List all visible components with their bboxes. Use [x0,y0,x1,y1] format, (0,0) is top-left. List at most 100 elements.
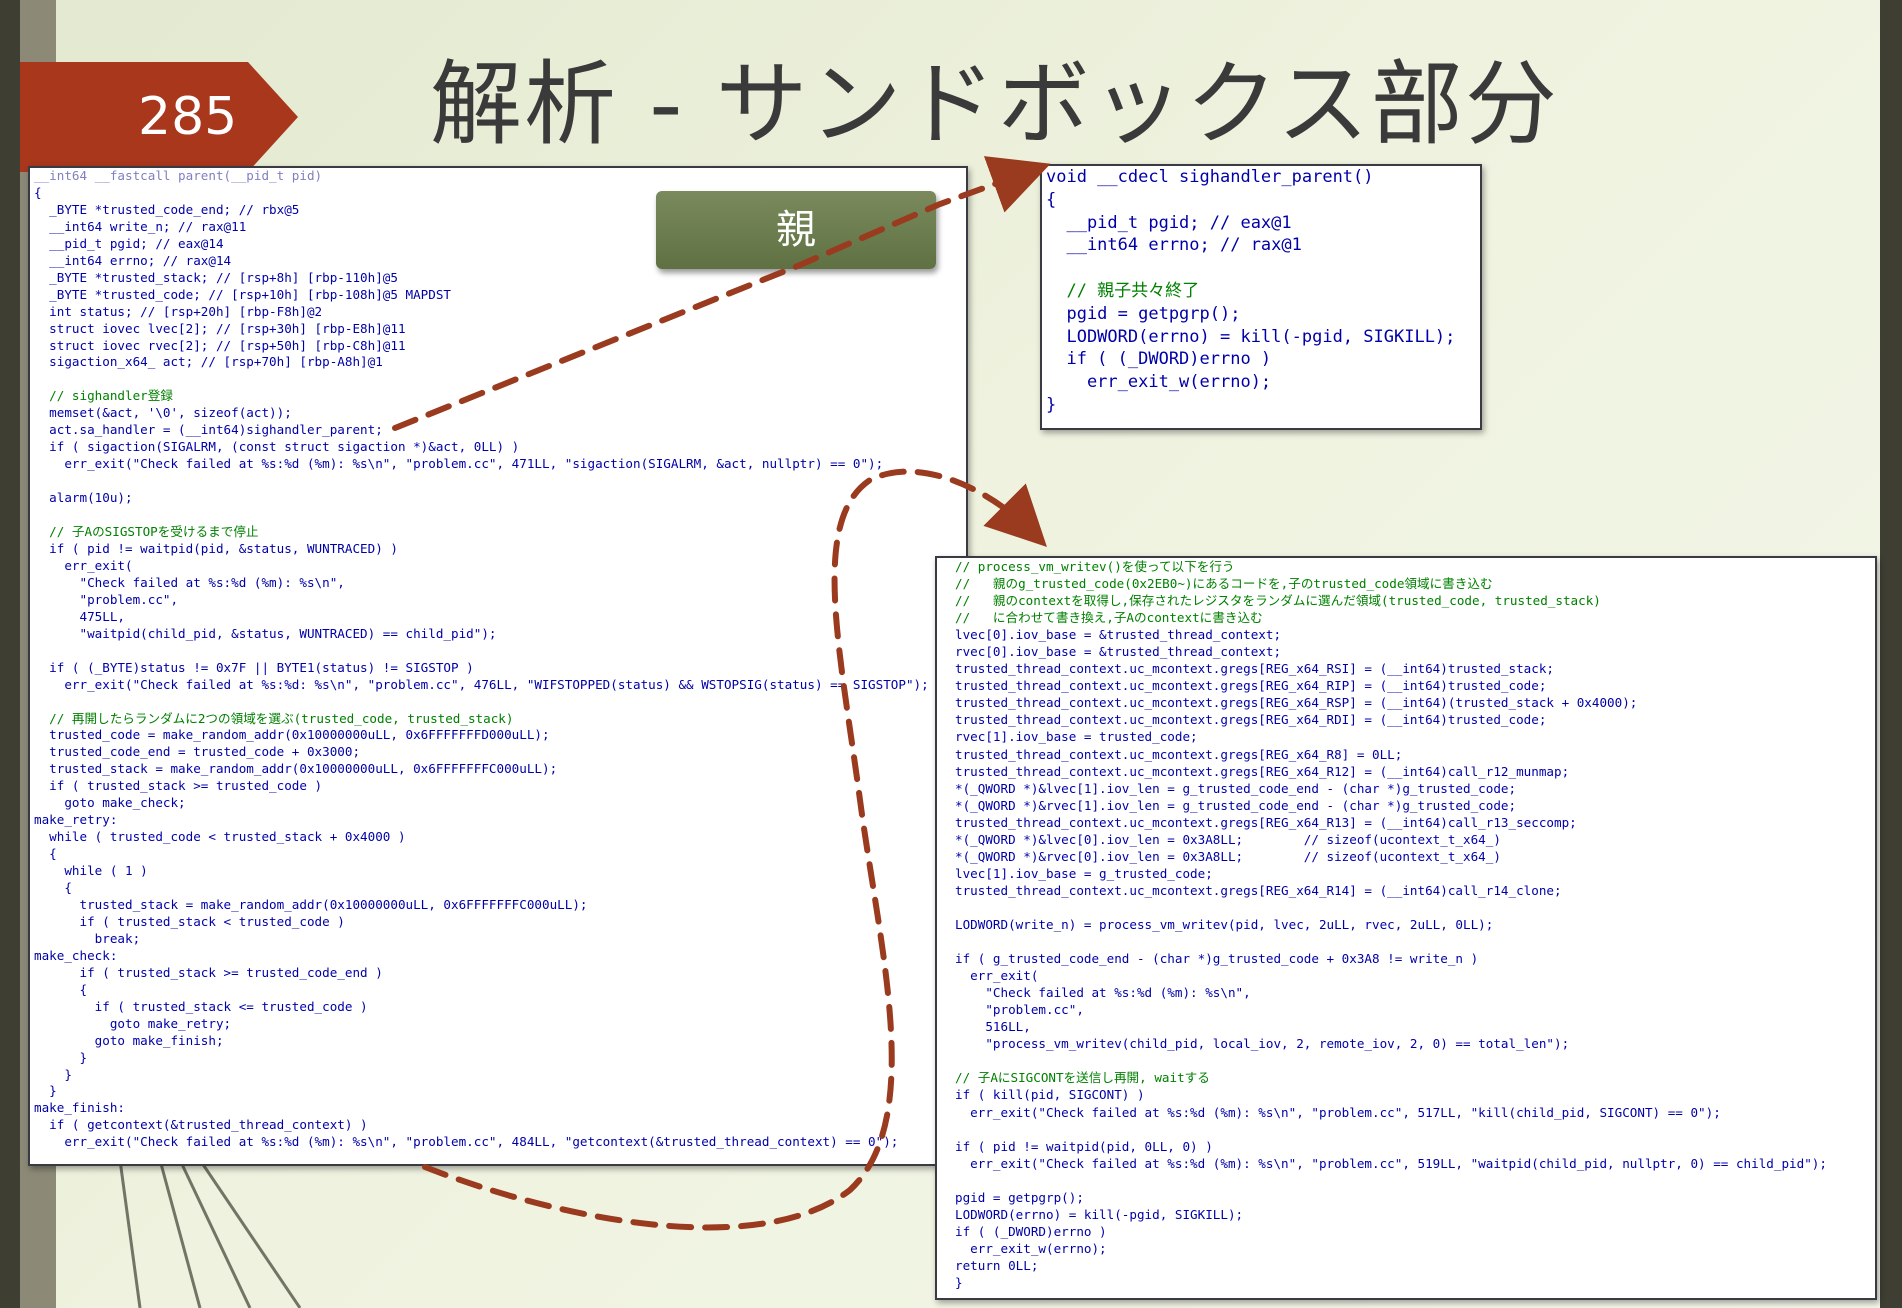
code-line: LODWORD(errno) = kill(-pgid, SIGKILL); [955,1206,1244,1222]
code-line: } [34,1083,57,1099]
code-panel-sighandler: void __cdecl sighandler_parent(){ __pid_… [1040,164,1482,430]
code-line: if ( pid != waitpid(pid, 0LL, 0) ) [955,1138,1213,1154]
code-line: err_exit_w(errno); [955,1240,1107,1256]
code-line: trusted_code_end = trusted_code + 0x3000… [34,744,361,760]
code-line: trusted_thread_context.uc_mcontext.gregs… [955,678,1547,694]
code-line: make_check: [34,947,118,963]
code-line: pgid = getpgrp(); [955,1189,1084,1205]
code-line: "problem.cc", [955,1002,1084,1018]
code-line: *(_QWORD *)&rvec[1].iov_len = g_trusted_… [955,797,1517,813]
code-line: if ( (_DWORD)errno ) [955,1223,1107,1239]
code-line: trusted_stack = make_random_addr(0x10000… [34,896,588,912]
code-line: trusted_code = make_random_addr(0x100000… [34,727,550,743]
code-line: trusted_thread_context.uc_mcontext.gregs… [955,882,1562,898]
code-line: act.sa_handler = (__int64)sighandler_par… [34,422,383,438]
code-line: make_finish: [34,1100,125,1116]
code-line: struct iovec lvec[2]; // [rsp+30h] [rbp-… [34,320,406,336]
code-line: while ( 1 ) [34,863,148,879]
code-line: "Check failed at %s:%d (%m): %s\n", [34,574,345,590]
code-line: err_exit( [955,968,1039,984]
code-line: if ( sigaction(SIGALRM, (const struct si… [34,439,520,455]
code-line: trusted_thread_context.uc_mcontext.gregs… [955,746,1403,762]
code-line: LODWORD(write_n) = process_vm_writev(pid… [955,916,1494,932]
code-block-sighandler: void __cdecl sighandler_parent(){ __pid_… [1042,166,1480,417]
code-line: err_exit("Check failed at %s:%d (%m): %s… [34,456,884,472]
slide-title: 解析 - サンドボックス部分 [430,51,1559,158]
code-line: if ( kill(pid, SIGCONT) ) [955,1087,1145,1103]
code-line: if ( (_BYTE)status != 0x7F || BYTE1(stat… [34,659,474,675]
code-line: { [34,880,72,896]
code-line: if ( trusted_stack >= trusted_code_end ) [34,964,383,980]
code-line: 516LL, [955,1019,1031,1035]
code-line: // 子AのSIGSTOPを受けるまで停止 [34,524,259,540]
code-line: return 0LL; [955,1257,1039,1273]
code-line: trusted_thread_context.uc_mcontext.gregs… [955,661,1554,677]
code-line: } [34,1049,88,1065]
code-line: void __cdecl sighandler_parent() [1046,167,1374,187]
code-line: err_exit_w(errno); [1046,372,1272,393]
code-line: err_exit( [34,557,133,573]
code-line: // process_vm_writev()を使って以下を行う [955,559,1235,574]
code-line: err_exit("Check failed at %s:%d (%m): %s… [955,1104,1721,1120]
code-line: __int64 errno; // rax@1 [1046,235,1302,256]
parent-label: 親 [656,191,936,269]
code-line: break; [34,930,141,946]
code-line: goto make_check; [34,795,186,811]
code-line: _BYTE *trusted_code; // [rsp+10h] [rbp-1… [34,286,452,302]
code-line: rvec[1].iov_base = trusted_code; [955,729,1198,745]
code-line: trusted_thread_context.uc_mcontext.gregs… [955,763,1570,779]
slide: 285 解析 - サンドボックス部分 __int64 __fastcall pa… [0,0,1902,1308]
code-line: if ( trusted_stack < trusted_code ) [34,913,345,929]
code-line: if ( trusted_stack >= trusted_code ) [34,778,323,794]
code-line: pgid = getpgrp(); [1046,303,1241,324]
code-line: // に合わせて書き換え,子Aのcontextに書き込む [955,610,1263,626]
slide-number-badge: 285 [20,62,298,172]
code-line: // 子AにSIGCONTを送信し再開, waitする [955,1070,1210,1086]
code-line: _BYTE *trusted_stack; // [rsp+8h] [rbp-1… [34,269,398,285]
code-line: if ( pid != waitpid(pid, &status, WUNTRA… [34,540,398,556]
code-line: if ( (_DWORD)errno ) [1046,349,1272,370]
code-line: int status; // [rsp+20h] [rbp-F8h]@2 [34,303,323,319]
code-line: *(_QWORD *)&lvec[1].iov_len = g_trusted_… [955,780,1517,796]
code-line: if ( g_trusted_code_end - (char *)g_trus… [955,951,1479,967]
code-line: "process_vm_writev(child_pid, local_iov,… [955,1036,1570,1052]
code-line: "waitpid(child_pid, &status, WUNTRACED) … [34,625,497,641]
code-line: alarm(10u); [34,490,133,506]
code-line: while ( trusted_code < trusted_stack + 0… [34,829,406,845]
code-line: sigaction_x64_ act; // [rsp+70h] [rbp-A8… [34,354,383,370]
code-line: goto make_finish; [34,1032,224,1048]
code-line: // 親のg_trusted_code(0x2EB0~)にあるコードを,子のtr… [955,576,1493,592]
code-line: // sighandler登録 [34,388,173,404]
code-line: "problem.cc", [34,591,179,607]
code-line: err_exit("Check failed at %s:%d (%m): %s… [34,1134,899,1150]
code-line: lvec[0].iov_base = &trusted_thread_conte… [955,627,1282,643]
code-line: 475LL, [34,608,125,624]
code-line: } [34,1066,72,1082]
code-line: if ( trusted_stack <= trusted_code ) [34,998,368,1014]
code-block-parent: __int64 __fastcall parent(__pid_t pid){ … [30,168,966,1151]
code-line: __int64 __fastcall parent(__pid_t pid) [34,168,323,183]
code-panel-parent: __int64 __fastcall parent(__pid_t pid){ … [28,166,968,1166]
code-line: // 親子共々終了 [1046,280,1200,301]
code-line: memset(&act, '\0', sizeof(act)); [34,405,292,421]
code-line: { [34,846,57,862]
code-line: LODWORD(errno) = kill(-pgid, SIGKILL); [1046,326,1456,347]
code-line: __pid_t pgid; // eax@1 [1046,212,1292,233]
code-line: { [1046,189,1057,210]
code-line: "Check failed at %s:%d (%m): %s\n", [955,985,1251,1001]
code-line: trusted_thread_context.uc_mcontext.gregs… [955,695,1638,711]
code-line: } [1046,394,1057,415]
code-line: rvec[0].iov_base = &trusted_thread_conte… [955,644,1282,660]
code-line: if ( getcontext(&trusted_thread_context)… [34,1117,368,1133]
code-line: trusted_stack = make_random_addr(0x10000… [34,761,558,777]
code-line: { [34,981,88,997]
code-line: make_retry: [34,812,118,828]
